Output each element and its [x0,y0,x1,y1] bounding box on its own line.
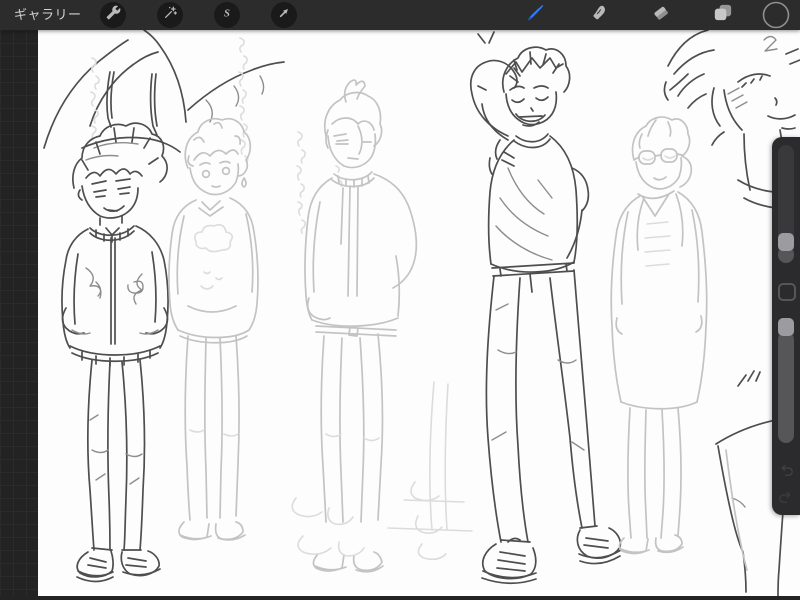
procreate-window: ギャラリー S [0,0,800,600]
transform-button[interactable] [271,2,297,28]
sketch-boy-sukajan [61,122,169,583]
top-toolbar: ギャラリー S [0,0,800,30]
sketch-boy-grinning [469,46,622,585]
layers-icon [711,1,734,29]
redo-arrow-icon [777,488,795,511]
brush-sidebar [772,137,800,515]
actions-button[interactable] [100,2,126,28]
undo-button[interactable] [776,462,796,482]
magic-wand-icon [162,5,178,26]
arrow-cursor-icon [276,5,292,26]
wrench-icon [106,5,121,25]
opacity-slider[interactable] [778,318,794,443]
opacity-fill [778,332,794,443]
color-circle-icon [762,1,790,33]
layers-button[interactable] [710,3,734,27]
sketch-boy-ahoge [304,79,418,573]
opacity-handle[interactable] [778,318,794,336]
sketch-hoodie-partial [43,30,285,161]
sketch-artwork [43,30,800,596]
selection-button[interactable]: S [214,2,240,28]
pasteboard-bottom-strip [0,596,800,600]
eraser-icon [650,2,672,29]
drawing-canvas[interactable] [38,30,800,598]
redo-button[interactable] [776,489,796,509]
svg-text:S: S [224,8,230,19]
modify-button[interactable] [778,283,796,301]
brush-size-handle[interactable] [778,233,794,251]
s-curve-icon: S [219,5,235,26]
gallery-button[interactable]: ギャラリー [14,0,82,30]
paint-tool-button[interactable] [524,3,548,27]
adjustments-button[interactable] [157,2,183,28]
pasteboard-left-strip [0,30,38,600]
undo-arrow-icon [777,461,795,484]
smudge-finger-icon [589,2,611,29]
sketch-boy-sweater [168,117,259,541]
sketch-boy-glasses [610,116,708,555]
brush-icon [524,1,548,30]
erase-tool-button[interactable] [649,3,673,27]
brush-size-slider[interactable] [778,145,794,263]
color-button[interactable] [762,1,790,34]
smudge-tool-button[interactable] [588,3,612,27]
